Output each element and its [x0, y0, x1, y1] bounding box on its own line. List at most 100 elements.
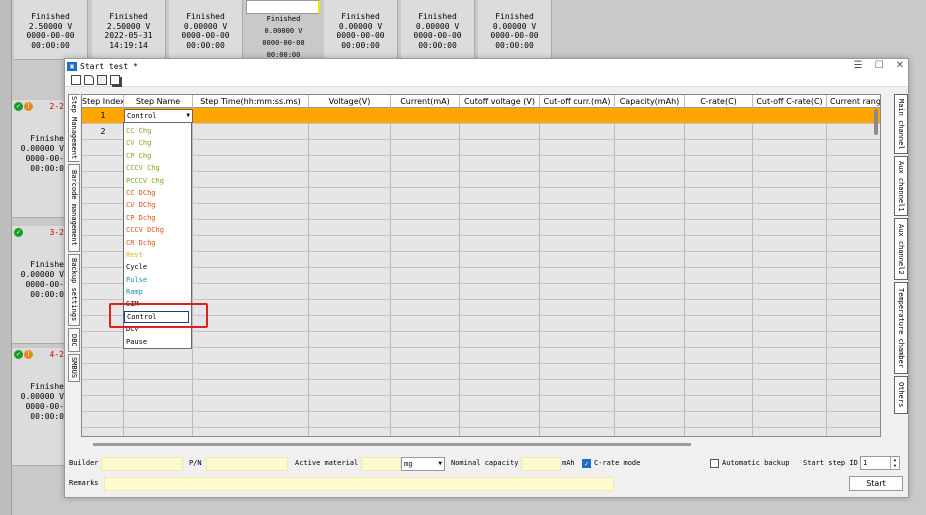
col-step-name[interactable]: Step Name [124, 95, 193, 108]
builder-input[interactable] [101, 457, 183, 471]
step-name-combo[interactable]: Control ▼ [124, 109, 193, 123]
option-cv-dchg[interactable]: CV DChg [124, 199, 191, 211]
dialog-titlebar[interactable]: ▣ Start test * ☰ ☐ ✕ [65, 59, 908, 73]
tab-aux-channel1[interactable]: Aux channel1 [894, 156, 908, 216]
tab-temperature-chamber[interactable]: Temperature chamber [894, 282, 908, 374]
col-c-rate[interactable]: C-rate(C) [685, 95, 753, 108]
option-pcccv-chg[interactable]: PCCCV Chg [124, 175, 191, 187]
col-step-time[interactable]: Step Time(hh:mm:ss.ms) [193, 95, 309, 108]
option-cycle[interactable]: Cycle [124, 261, 191, 273]
toolbar [65, 73, 908, 87]
option-ramp[interactable]: Ramp [124, 286, 191, 298]
remarks-label: Remarks [69, 479, 99, 487]
table-row[interactable] [82, 252, 880, 268]
option-cp-dchg[interactable]: CP Dchg [124, 212, 191, 224]
col-current-range[interactable]: Current rang [827, 95, 880, 108]
table-row[interactable] [82, 156, 880, 172]
test-info-form: Builder P/N Active material mg ▼ Nominal… [65, 456, 910, 497]
table-row[interactable] [82, 380, 880, 396]
option-pause[interactable]: Pause [124, 336, 191, 348]
save-icon[interactable] [97, 74, 107, 85]
tab-barcode-management[interactable]: Barcode management [68, 164, 80, 252]
close-button[interactable]: ✕ [896, 60, 904, 71]
active-material-label: Active material [295, 459, 359, 467]
new-file-icon[interactable] [71, 74, 81, 85]
channel-tile-selected[interactable]: Finished 0.00000 V 0000-00-00 00:00:00 [246, 0, 320, 59]
nominal-capacity-input[interactable] [521, 457, 561, 471]
col-voltage[interactable]: Voltage(V) [309, 95, 391, 108]
tab-backup-settings[interactable]: Backup settings [68, 254, 80, 326]
table-row[interactable] [82, 364, 880, 380]
chevron-down-icon[interactable]: ▼ [438, 458, 442, 470]
crate-mode-checkbox[interactable]: ✓ [582, 459, 591, 468]
ok-icon: ✓ [14, 102, 23, 111]
channel-tile[interactable]: Finished 0.00000 V 0000-00-00 00:00:00 [401, 0, 475, 60]
table-row[interactable]: 2 [82, 124, 880, 140]
save-as-icon[interactable] [110, 74, 120, 85]
option-cc-dchg[interactable]: CC DChg [124, 187, 191, 199]
channel-tile[interactable]: Finished 0.00000 V 0000-00-00 00:00:00 [169, 0, 243, 60]
spin-arrows-icon[interactable]: ▲ ▼ [890, 457, 899, 469]
col-step-index[interactable]: Step Index [82, 95, 124, 108]
col-cutoff-current[interactable]: Cut-off curr.(mA) [540, 95, 615, 108]
tab-main-channel[interactable]: Main channel [894, 94, 908, 154]
start-button[interactable]: Start [849, 476, 903, 491]
tab-smbus[interactable]: SMBUS [68, 354, 80, 382]
option-pulse[interactable]: Pulse [124, 274, 191, 286]
capacity-unit-label: mAh [562, 459, 575, 467]
table-row[interactable] [82, 284, 880, 300]
channel-tile-side[interactable]: ✓! 4-2 Finishe 0.00000 V 0000-00- 00:00:0 [12, 348, 66, 466]
option-cccv-dchg[interactable]: CCCV DChg [124, 224, 191, 236]
auto-backup-checkbox[interactable] [710, 459, 719, 468]
unit-select[interactable]: mg ▼ [401, 457, 445, 471]
minimize-button[interactable]: ☰ [854, 60, 863, 71]
channel-tile-side[interactable]: ✓! 2-2 Finishe 0.00000 V 0000-00- 00:00:0 [12, 100, 66, 218]
pn-label: P/N [189, 459, 202, 467]
option-cp-chg[interactable]: CP Chg [124, 150, 191, 162]
table-row[interactable]: 1 Control ▼ [82, 108, 880, 124]
vertical-scrollbar[interactable] [874, 109, 878, 135]
col-capacity[interactable]: Capacity(mAh) [615, 95, 685, 108]
start-test-dialog: ▣ Start test * ☰ ☐ ✕ Step Management Bar… [64, 58, 909, 498]
table-row[interactable] [82, 220, 880, 236]
tab-step-management[interactable]: Step Management [68, 94, 80, 162]
col-cutoff-voltage[interactable]: Cutoff voltage (V) [460, 95, 540, 108]
active-material-input[interactable] [361, 457, 401, 471]
table-row[interactable] [82, 412, 880, 428]
open-folder-icon[interactable] [84, 74, 94, 85]
tab-dbc[interactable]: DBC [68, 328, 80, 352]
channel-tile[interactable]: Finished 0.00000 V 0000-00-00 00:00:00 [478, 0, 552, 60]
row-index: 1 [100, 111, 106, 120]
channel-tile-side[interactable]: ✓ 3-2 Finishe 0.00000 V 0000-00- 00:00:0 [12, 226, 66, 344]
builder-label: Builder [69, 459, 99, 467]
tab-aux-channel2[interactable]: Aux channel2 [894, 218, 908, 280]
option-cccv-chg[interactable]: CCCV Chg [124, 162, 191, 174]
tab-others[interactable]: Others [894, 376, 908, 414]
channel-tile[interactable]: Finished 2.50000 V 0000-00-00 00:00:00 [14, 0, 88, 60]
table-row[interactable] [82, 172, 880, 188]
pn-input[interactable] [206, 457, 288, 471]
dropdown-arrow-icon[interactable]: ▼ [186, 110, 190, 122]
horizontal-scrollbar[interactable] [93, 443, 691, 446]
option-cc-chg[interactable]: CC Chg [124, 125, 191, 137]
table-row[interactable] [82, 236, 880, 252]
remarks-input[interactable] [104, 477, 614, 491]
table-row[interactable] [82, 188, 880, 204]
option-cr-dchg[interactable]: CR Dchg [124, 237, 191, 249]
table-row[interactable] [82, 332, 880, 348]
nominal-capacity-label: Nominal capacity [451, 459, 519, 467]
start-step-spinner[interactable]: 1 ▲ ▼ [860, 456, 900, 470]
table-row[interactable] [82, 268, 880, 284]
option-rest[interactable]: Rest [124, 249, 191, 261]
col-current[interactable]: Current(mA) [391, 95, 460, 108]
table-row[interactable] [82, 396, 880, 412]
table-row[interactable] [82, 348, 880, 364]
channel-tile[interactable]: Finished 2.50000 V 2022-05-31 14:19:14 [92, 0, 166, 60]
channel-tile[interactable]: Finished 0.00000 V 0000-00-00 00:00:00 [324, 0, 398, 60]
auto-backup-label: Automatic backup [722, 459, 790, 467]
col-cutoff-c-rate[interactable]: Cut-off C-rate(C) [753, 95, 827, 108]
maximize-button[interactable]: ☐ [875, 60, 884, 71]
option-cv-chg[interactable]: CV Chg [124, 137, 191, 149]
table-row[interactable] [82, 140, 880, 156]
table-row[interactable] [82, 204, 880, 220]
